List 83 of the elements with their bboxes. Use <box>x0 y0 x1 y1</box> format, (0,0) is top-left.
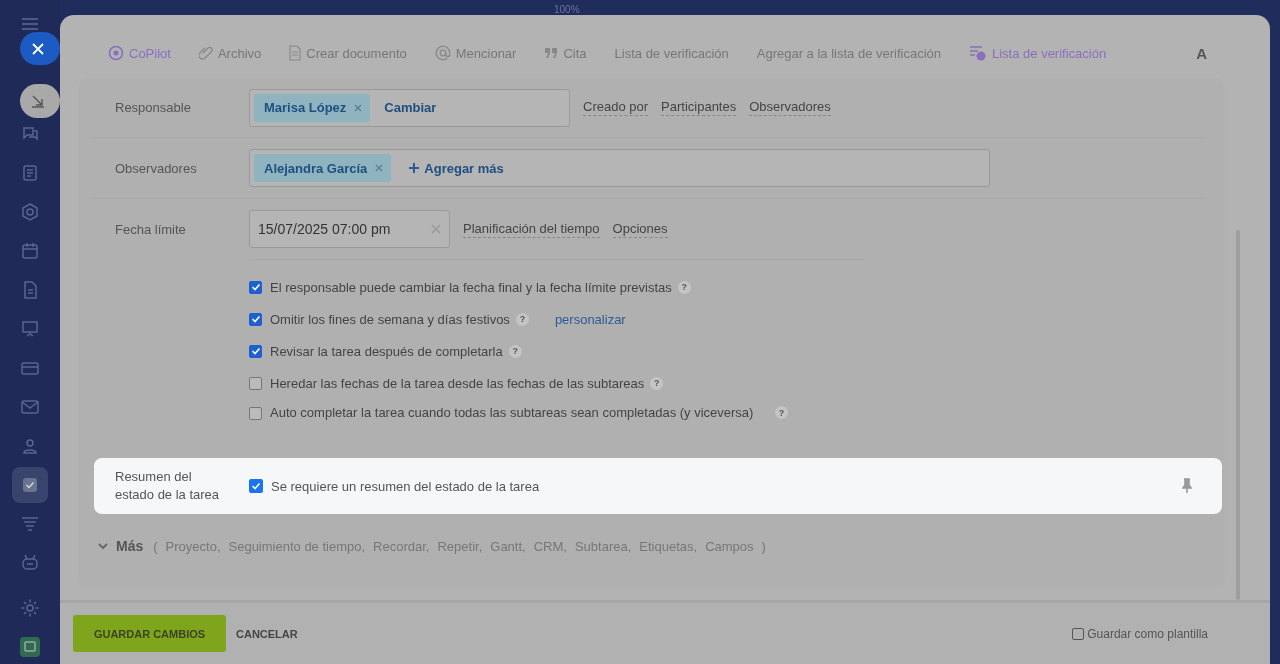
field-label: Observadores <box>115 160 198 176</box>
user-name: Alejandra García <box>264 160 368 176</box>
plus-icon <box>409 163 420 173</box>
more-section-link[interactable]: Subtarea, <box>574 538 632 554</box>
copilot-icon <box>108 45 124 61</box>
change-link[interactable]: Cambiar <box>384 100 437 115</box>
help-button[interactable]: ? <box>650 376 664 390</box>
deadline-link[interactable]: Planificación del tiempo <box>463 220 600 238</box>
toolbar-button[interactable]: Agregar a la lista de verificación <box>756 45 941 61</box>
more-section-link[interactable]: Gantt, <box>490 538 526 554</box>
checkmark-icon <box>251 481 261 491</box>
checkbox[interactable] <box>249 376 262 390</box>
cancel-button[interactable]: CANCELAR <box>230 626 304 641</box>
more-toggle[interactable]: Más <box>116 538 144 554</box>
parenthesis: ( <box>153 538 158 554</box>
option-label: Revisar la tarea después de completarla <box>270 343 503 359</box>
text-format-button[interactable]: A <box>1196 44 1207 62</box>
paperclip-icon <box>198 45 213 61</box>
role-link[interactable]: Creado por <box>583 99 649 116</box>
responsible-field[interactable]: Marisa López Cambiar <box>249 88 570 127</box>
more-section-link[interactable]: Recordar, <box>373 538 430 554</box>
more-section-link[interactable]: CRM, <box>533 538 567 554</box>
more-section-link[interactable]: Seguimiento de tiempo, <box>228 538 366 554</box>
quote-icon <box>544 47 559 59</box>
chevron-down-icon[interactable] <box>98 542 108 550</box>
checkbox-label: Guardar como plantilla <box>1087 626 1208 641</box>
more-section-link[interactable]: Proyecto, <box>165 538 221 554</box>
toolbar-button[interactable]: Archivo <box>198 45 262 61</box>
clear-icon[interactable] <box>431 224 441 234</box>
collapse-button[interactable] <box>20 84 60 118</box>
remove-icon[interactable] <box>354 103 363 112</box>
toolbar-button[interactable]: Crear documento <box>289 45 407 61</box>
at-sign-icon <box>434 45 451 61</box>
checkmark-icon <box>250 346 261 356</box>
field-label: Fecha límite <box>115 221 187 237</box>
zoom-label: 100% <box>554 4 580 15</box>
parenthesis: ) <box>761 538 766 554</box>
option-label: Auto completar la tarea cuando todas las subtareas sean completadas (y viceversa) <box>270 404 755 421</box>
checkbox[interactable] <box>1072 627 1085 640</box>
toolbar-button[interactable]: CoPilot <box>108 45 171 61</box>
toolbar-button[interactable]: Mencionar <box>434 45 517 61</box>
option-label: Omitir los fines de semana y días festivos <box>270 311 510 327</box>
help-button[interactable]: ? <box>515 312 529 326</box>
close-icon <box>32 42 44 55</box>
save-button[interactable]: GUARDAR CAMBIOS <box>73 615 226 652</box>
deadline-link[interactable]: Opciones <box>612 220 668 238</box>
option-label: Heredar las fechas de la tarea desde las fechas de las subtareas <box>270 375 645 391</box>
pin-icon[interactable] <box>1182 478 1192 494</box>
menu-icon[interactable] <box>22 18 38 30</box>
checkbox[interactable] <box>249 479 263 493</box>
checkbox[interactable] <box>249 312 262 326</box>
customize-link[interactable]: personalizar <box>554 311 626 327</box>
sidebar-check-icon[interactable] <box>12 467 48 503</box>
help-button[interactable]: ? <box>677 280 691 294</box>
toolbar-button[interactable]: Lista de verificación <box>969 45 1107 61</box>
checkmark-icon <box>250 282 261 292</box>
role-link[interactable]: Participantes <box>661 99 737 116</box>
toolbar-button[interactable]: Lista de verificación <box>614 45 729 61</box>
checklist-icon <box>969 45 987 61</box>
role-link[interactable]: Observadores <box>749 99 831 116</box>
checkmark-icon <box>250 314 261 324</box>
help-button[interactable]: ? <box>508 344 522 358</box>
more-section-link[interactable]: Campos <box>705 538 754 554</box>
checkbox[interactable] <box>249 344 262 358</box>
option-label: El responsable puede cambiar la fecha final y la fecha límite previstas <box>270 279 672 295</box>
toolbar-button[interactable]: Cita <box>544 45 587 61</box>
user-name: Marisa López <box>264 100 347 115</box>
observers-field[interactable]: Alejandra García Agregar más <box>249 149 990 187</box>
more-section-link[interactable]: Etiquetas, <box>639 538 698 554</box>
document-icon <box>289 45 302 61</box>
more-section-link[interactable]: Repetir, <box>437 538 483 554</box>
date-value: 15/07/2025 07:00 pm <box>258 221 391 237</box>
field-label: Responsable <box>115 100 192 115</box>
field-label: Resumen del estado de la tarea <box>115 468 221 504</box>
checkbox[interactable] <box>249 280 262 294</box>
add-more-link[interactable]: Agregar más <box>424 160 504 176</box>
close-button[interactable] <box>20 32 60 65</box>
checkbox[interactable] <box>249 407 262 420</box>
remove-icon[interactable] <box>375 164 384 172</box>
collapse-icon <box>31 94 45 108</box>
option-label: Se requiere un resumen del estado de la tarea <box>271 478 540 494</box>
help-button[interactable]: ? <box>775 406 788 419</box>
date-field[interactable]: 15/07/2025 07:00 pm <box>249 210 450 248</box>
